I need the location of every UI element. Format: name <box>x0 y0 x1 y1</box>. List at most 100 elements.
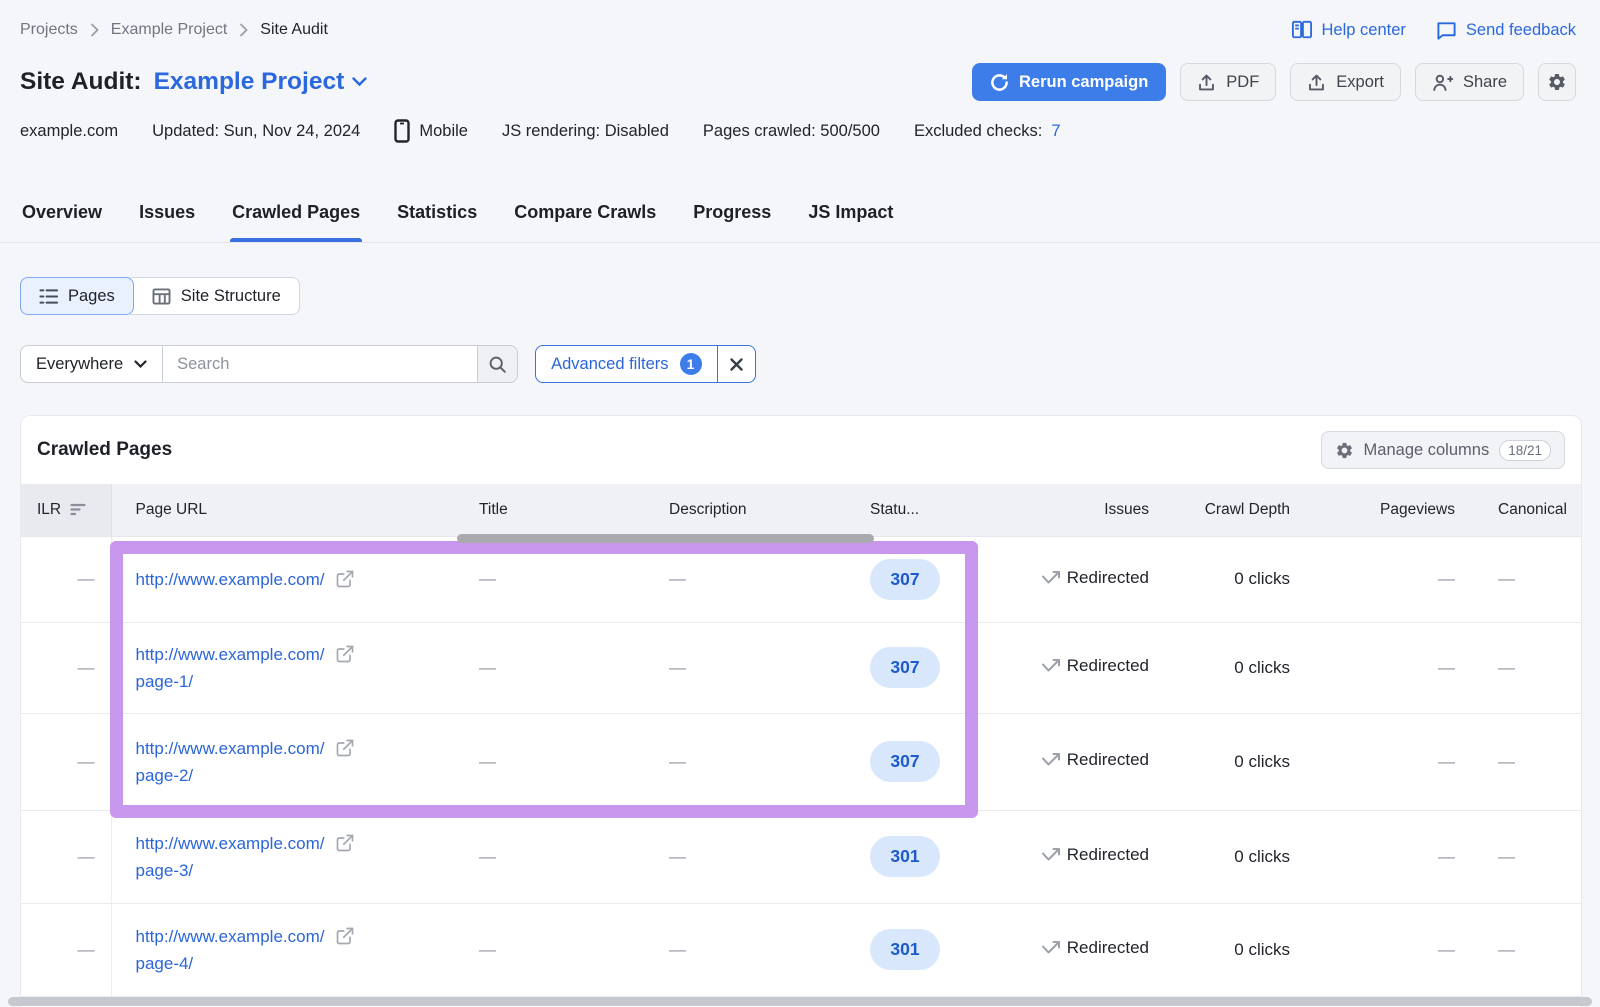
close-icon <box>729 357 744 372</box>
title-cell: — <box>471 903 661 996</box>
pageviews-cell: — <box>1306 622 1471 713</box>
redirect-arrow-icon <box>1041 940 1061 956</box>
upload-icon <box>1197 73 1216 92</box>
external-link-icon[interactable] <box>335 738 355 758</box>
status-code-badge: 307 <box>870 647 940 688</box>
advanced-filters-count-badge: 1 <box>680 353 702 375</box>
action-buttons: Rerun campaign PDF Export Share <box>972 63 1576 101</box>
description-cell: — <box>661 536 856 622</box>
breadcrumb-projects[interactable]: Projects <box>20 21 78 39</box>
tab-issues[interactable]: Issues <box>137 197 197 242</box>
send-feedback-link[interactable]: Send feedback <box>1436 20 1576 40</box>
description-cell: — <box>661 713 856 810</box>
campaign-domain: example.com <box>20 122 118 141</box>
canonical-cell: — <box>1471 622 1582 713</box>
column-header-canonical[interactable]: Canonical <box>1471 484 1582 536</box>
title-row: Site Audit: Example Project Rerun campai… <box>20 62 1576 102</box>
issues-cell: Redirected <box>1067 938 1149 958</box>
search-group: Everywhere <box>20 345 518 383</box>
view-toggle: Pages Site Structure <box>20 277 300 315</box>
pageviews-cell: — <box>1306 810 1471 903</box>
tab-overview[interactable]: Overview <box>20 197 104 242</box>
redirect-arrow-icon <box>1041 847 1061 863</box>
canonical-cell: — <box>1471 536 1582 622</box>
table-row: — http://www.example.com/ page-2/ — — 30… <box>21 713 1582 810</box>
column-header-pageviews[interactable]: Pageviews <box>1306 484 1471 536</box>
table-row: — http://www.example.com/ — — 307 Redire… <box>21 536 1582 622</box>
page-url-link[interactable]: http://www.example.com/ <box>136 641 325 668</box>
card-header: Crawled Pages Manage columns 18/21 <box>21 416 1581 484</box>
page-url-link[interactable]: http://www.example.com/ <box>136 735 325 762</box>
campaign-updated: Updated: Sun, Nov 24, 2024 <box>152 122 360 141</box>
description-cell: — <box>661 810 856 903</box>
tab-js-impact[interactable]: JS Impact <box>806 197 895 242</box>
project-selector[interactable]: Example Project <box>154 68 368 96</box>
page-url-link[interactable]: http://www.example.com/ <box>136 566 325 593</box>
tab-bar: Overview Issues Crawled Pages Statistics… <box>0 197 1600 243</box>
horizontal-scrollbar-thumb[interactable] <box>457 534 874 543</box>
page-horizontal-scrollbar[interactable] <box>8 997 1592 1006</box>
breadcrumb-project[interactable]: Example Project <box>111 21 228 39</box>
title-cell: — <box>471 536 661 622</box>
excluded-checks-link[interactable]: 7 <box>1051 122 1060 141</box>
title-cell: — <box>471 622 661 713</box>
column-header-title[interactable]: Title <box>471 484 661 536</box>
toggle-pages[interactable]: Pages <box>20 277 134 315</box>
page-url-link-line2[interactable]: page-3/ <box>136 857 472 884</box>
redirect-arrow-icon <box>1041 570 1061 586</box>
external-link-icon[interactable] <box>335 833 355 853</box>
excluded-checks: Excluded checks: 7 <box>914 122 1061 141</box>
pdf-button[interactable]: PDF <box>1180 63 1276 101</box>
tab-progress[interactable]: Progress <box>691 197 773 242</box>
breadcrumb-separator-icon <box>239 23 248 37</box>
page-url-link[interactable]: http://www.example.com/ <box>136 830 325 857</box>
chevron-down-icon <box>352 77 367 87</box>
search-button[interactable] <box>478 345 518 383</box>
pages-crawled: Pages crawled: 500/500 <box>703 122 880 141</box>
page-url-link-line2[interactable]: page-2/ <box>136 762 472 789</box>
issues-cell: Redirected <box>1067 845 1149 865</box>
column-header-page-url[interactable]: Page URL <box>111 484 471 536</box>
description-cell: — <box>661 622 856 713</box>
share-button[interactable]: Share <box>1415 63 1524 101</box>
page-url-link[interactable]: http://www.example.com/ <box>136 923 325 950</box>
pageviews-cell: — <box>1306 903 1471 996</box>
breadcrumb-current: Site Audit <box>260 21 328 39</box>
rerun-campaign-button[interactable]: Rerun campaign <box>972 63 1166 101</box>
manage-columns-button[interactable]: Manage columns 18/21 <box>1321 431 1565 469</box>
campaign-meta: example.com Updated: Sun, Nov 24, 2024 M… <box>20 119 1061 143</box>
column-header-ilr[interactable]: ILR <box>21 484 111 536</box>
title-cell: — <box>471 713 661 810</box>
page-url-link-line2[interactable]: page-4/ <box>136 950 472 977</box>
help-center-link[interactable]: Help center <box>1291 20 1406 40</box>
book-icon <box>1291 20 1313 40</box>
issues-cell: Redirected <box>1067 656 1149 676</box>
tab-statistics[interactable]: Statistics <box>395 197 479 242</box>
search-input[interactable] <box>163 345 478 383</box>
feedback-bubble-icon <box>1436 20 1457 40</box>
external-link-icon[interactable] <box>335 569 355 589</box>
column-header-description[interactable]: Description <box>661 484 856 536</box>
tab-crawled-pages[interactable]: Crawled Pages <box>230 197 362 242</box>
status-code-badge: 307 <box>870 741 940 782</box>
external-link-icon[interactable] <box>335 644 355 664</box>
settings-button[interactable] <box>1538 63 1576 101</box>
clear-filters-button[interactable] <box>717 345 756 383</box>
column-header-crawl-depth[interactable]: Crawl Depth <box>1165 484 1306 536</box>
column-header-status[interactable]: Statu... <box>856 484 966 536</box>
toggle-site-structure[interactable]: Site Structure <box>125 277 300 315</box>
advanced-filters-button[interactable]: Advanced filters 1 <box>535 345 717 383</box>
export-button[interactable]: Export <box>1290 63 1401 101</box>
card-title: Crawled Pages <box>37 439 172 461</box>
search-scope-select[interactable]: Everywhere <box>20 345 163 383</box>
column-header-issues[interactable]: Issues <box>966 484 1165 536</box>
tab-compare-crawls[interactable]: Compare Crawls <box>512 197 658 242</box>
list-icon <box>39 288 58 305</box>
filter-row: Everywhere Advanced filters 1 <box>20 345 756 383</box>
top-bar: Projects Example Project Site Audit Help… <box>20 20 1576 40</box>
external-link-icon[interactable] <box>335 926 355 946</box>
crawl-depth-cell: 0 clicks <box>1165 536 1306 622</box>
pageviews-cell: — <box>1306 713 1471 810</box>
page-url-link-line2[interactable]: page-1/ <box>136 668 472 695</box>
table-row: — http://www.example.com/ page-1/ — — 30… <box>21 622 1582 713</box>
